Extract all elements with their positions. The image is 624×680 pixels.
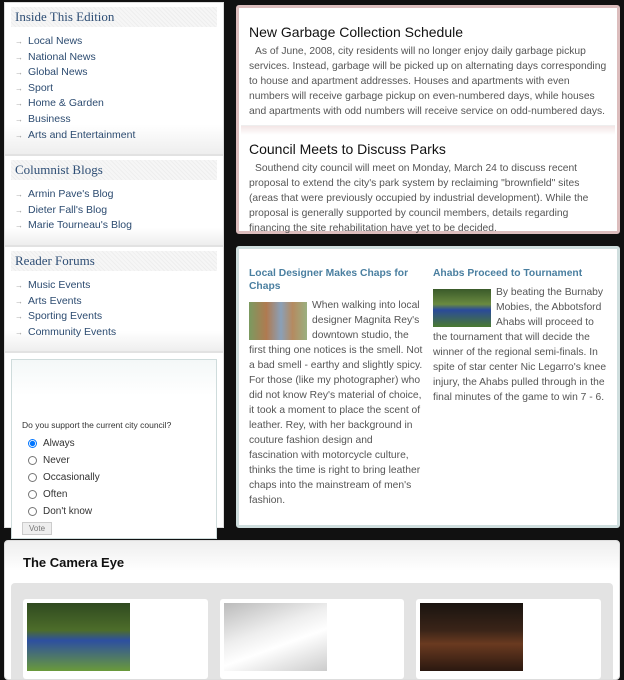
radio[interactable] — [28, 439, 37, 449]
poll-option-always[interactable]: Always — [22, 435, 206, 452]
radio[interactable] — [28, 473, 37, 483]
gallery-card[interactable] — [219, 599, 405, 679]
top-news-panel: New Garbage Collection Schedule As of Ju… — [236, 5, 620, 234]
link-blog[interactable]: → Marie Tourneau's Blog — [15, 219, 223, 235]
radio[interactable] — [28, 456, 37, 466]
arrow-icon: → — [15, 296, 23, 306]
link-forum[interactable]: → Community Events — [15, 326, 223, 342]
link-blog[interactable]: → Dieter Fall's Blog — [15, 204, 223, 220]
article-title[interactable]: Council Meets to Discuss Parks — [249, 141, 607, 157]
link-home-garden[interactable]: → Home & Garden — [15, 97, 223, 113]
section-title: Inside This Edition — [11, 7, 217, 27]
link-global-news[interactable]: → Global News — [15, 66, 223, 82]
link-sport[interactable]: → Sport — [15, 82, 223, 98]
arrow-icon: → — [15, 190, 23, 200]
link-arts-entertainment[interactable]: → Arts and Entertainment — [15, 129, 223, 145]
link-forum[interactable]: → Arts Events — [15, 295, 223, 311]
arrow-icon: → — [15, 83, 23, 93]
article-body: As of June, 2008, city residents will no… — [249, 46, 607, 117]
link-forum[interactable]: → Music Events — [15, 279, 223, 295]
gallery-card[interactable] — [416, 599, 602, 679]
radio[interactable] — [28, 507, 37, 517]
link-forum[interactable]: → Sporting Events — [15, 310, 223, 326]
section-reader-forums: Reader Forums → Music Events → Arts Events… — [5, 250, 223, 354]
poll: Do you support the current city council?… — [11, 359, 217, 540]
link-national-news[interactable]: → National News — [15, 51, 223, 67]
link-blog[interactable]: → Armin Pave's Blog — [15, 188, 223, 204]
article-body: Southend city council will meet on Monda… — [249, 163, 589, 234]
link-local-news[interactable]: → Local News — [15, 35, 223, 51]
section-title: Columnist Blogs — [11, 160, 217, 181]
section-title: Reader Forums — [11, 250, 217, 271]
arrow-icon: → — [15, 280, 23, 290]
section-inside-this-edition: Inside This Edition → Local News → Nationa… — [5, 7, 223, 157]
arrow-icon: → — [15, 114, 23, 124]
night-street-photo[interactable] — [420, 603, 524, 671]
gallery-card[interactable] — [23, 599, 208, 679]
arrow-icon: → — [15, 37, 23, 46]
article-title[interactable]: New Garbage Collection Schedule — [249, 24, 607, 40]
divider — [241, 125, 615, 135]
gallery — [11, 583, 613, 679]
poll-option-never[interactable]: Never — [22, 452, 206, 469]
feature-title[interactable]: Local Designer Makes Chaps for Chaps — [249, 267, 423, 293]
football-photo — [433, 289, 491, 327]
poll-question: Do you support the current city council? — [22, 420, 172, 431]
arrow-icon: → — [15, 312, 23, 322]
link-business[interactable]: → Business — [15, 113, 223, 129]
feature-article: Local Designer Makes Chaps for Chaps Whe… — [249, 267, 423, 507]
arrow-icon: → — [15, 205, 23, 215]
football-photo[interactable] — [27, 603, 130, 671]
arrow-icon: → — [15, 99, 23, 109]
features-panel: Local Designer Makes Chaps for Chaps Whe… — [236, 246, 620, 528]
camera-eye-panel: The Camera Eye — [4, 540, 620, 680]
sidebar: Inside This Edition → Local News → Nationa… — [4, 2, 224, 540]
arrow-icon: → — [15, 130, 23, 140]
poll-option-dont-know[interactable]: Don't know — [22, 503, 206, 520]
arrow-icon: → — [15, 52, 23, 62]
poll-option-occasionally[interactable]: Occasionally — [22, 469, 206, 486]
arrow-icon: → — [15, 68, 23, 78]
chaps-photo — [249, 302, 307, 340]
snowy-bicycle-photo[interactable] — [223, 603, 327, 671]
section-columnist-blogs: Columnist Blogs → Armin Pave's Blog → Diet… — [5, 160, 223, 247]
feature-title[interactable]: Ahabs Proceed to Tournament — [433, 267, 607, 280]
gallery-title: The Camera Eye — [23, 555, 125, 570]
arrow-icon: → — [15, 221, 23, 231]
poll-option-often[interactable]: Often — [22, 486, 206, 503]
feature-article: Ahabs Proceed to Tournament By beating t… — [433, 267, 607, 507]
arrow-icon: → — [15, 327, 23, 337]
radio[interactable] — [28, 490, 37, 500]
vote-button[interactable]: Vote — [22, 522, 53, 536]
